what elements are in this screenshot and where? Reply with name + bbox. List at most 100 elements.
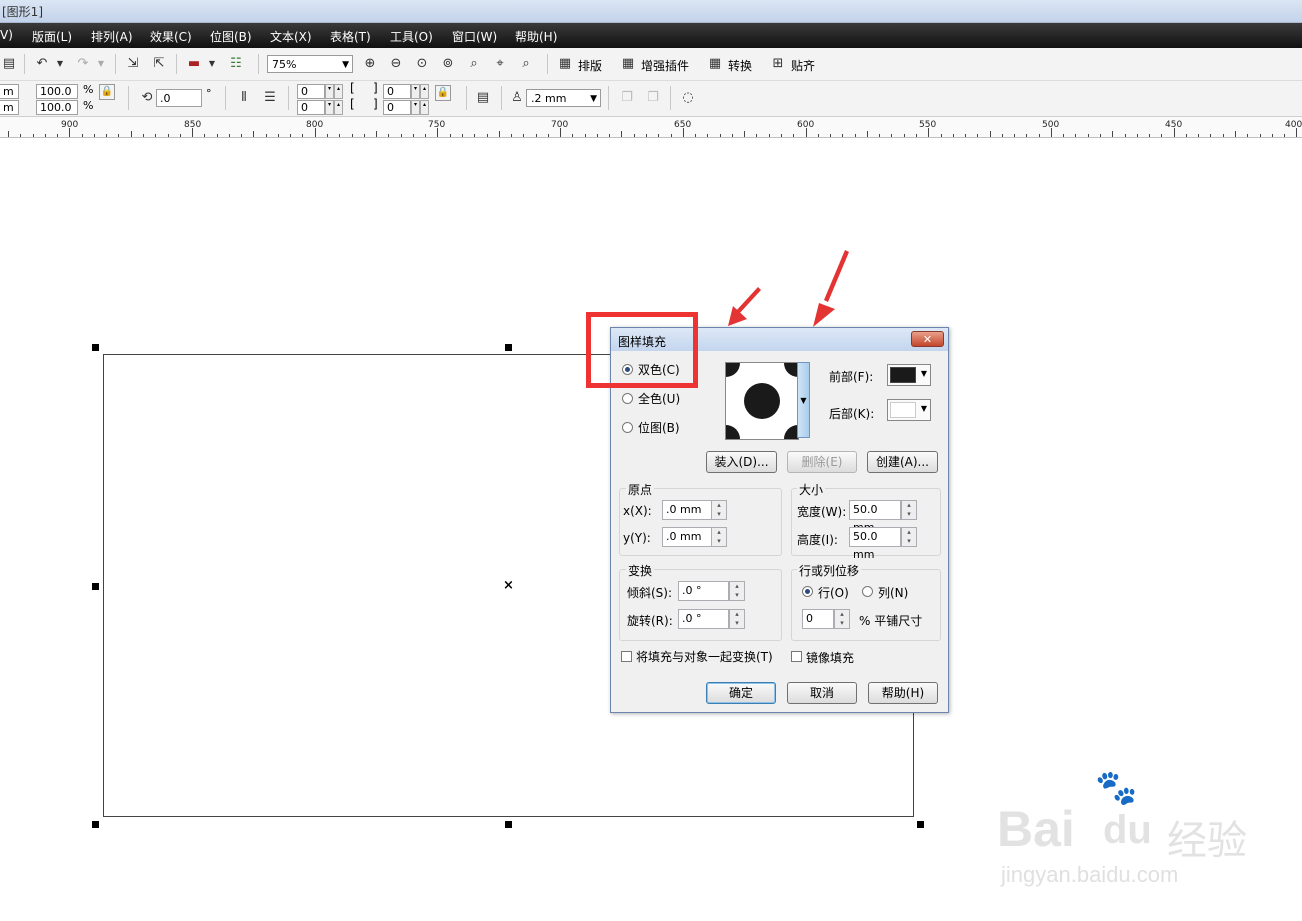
mirror-fill-label[interactable]: 镜像填充 <box>806 649 854 666</box>
scale-width-field[interactable]: 100.0 <box>36 84 78 99</box>
column-offset-label[interactable]: 列(N) <box>878 584 908 601</box>
origin-x-spinner[interactable]: ▴ ▾ <box>711 500 727 520</box>
cancel-button[interactable]: 取消 <box>787 682 857 704</box>
lock-ratio-icon[interactable]: 🔒 <box>99 84 115 100</box>
corner-radius-field-2[interactable]: 0 <box>297 100 325 115</box>
row-offset-radio[interactable] <box>802 586 813 597</box>
menu-item-arrange[interactable]: 排列(A) <box>91 28 133 45</box>
zoom-selected-icon[interactable]: ⊙ <box>413 55 431 73</box>
offset-percent-field[interactable]: 0 <box>802 609 834 629</box>
zoom-level-combo[interactable]: 75% ▼ <box>267 55 353 73</box>
menu-item-layout[interactable]: 版面(L) <box>32 28 72 45</box>
origin-x-field[interactable]: .0 mm <box>662 500 712 520</box>
snap-button[interactable]: 贴齐 <box>791 57 815 74</box>
menu-item-bitmaps[interactable]: 位图(B) <box>210 28 252 45</box>
zoom-out-icon[interactable]: ⊖ <box>387 55 405 73</box>
full-color-radio[interactable] <box>622 393 633 404</box>
row-offset-label[interactable]: 行(O) <box>818 584 849 601</box>
spinner-icon[interactable]: ▾ <box>325 100 334 115</box>
selection-handle-bottom-right[interactable] <box>917 821 924 828</box>
offset-spinner[interactable]: ▴ ▾ <box>834 609 850 629</box>
selection-handle-bottom[interactable] <box>505 821 512 828</box>
origin-y-field[interactable]: .0 mm <box>662 527 712 547</box>
spinner-icon[interactable]: ▾ <box>325 84 334 99</box>
selection-handle-bottom-left[interactable] <box>92 821 99 828</box>
zoom-width-icon[interactable]: ⌖ <box>491 55 509 73</box>
size-width-spinner[interactable]: ▴ ▾ <box>901 500 917 520</box>
spinner-icon[interactable]: ▴ <box>420 84 429 99</box>
paste-icon[interactable]: ▤ <box>0 55 18 73</box>
horizontal-ruler[interactable]: 900 850 800 750 700 650 600 550 500 450 … <box>0 117 1302 138</box>
spinner-icon[interactable]: ▴ <box>334 100 343 115</box>
size-width-field[interactable]: 50.0 mm <box>849 500 901 534</box>
ok-button[interactable]: 确定 <box>706 682 776 704</box>
convert-button[interactable]: 转换 <box>728 57 752 74</box>
menu-item-window[interactable]: 窗口(W) <box>452 28 497 45</box>
menu-item-text[interactable]: 文本(X) <box>270 28 312 45</box>
menu-item-view[interactable]: V) <box>0 28 13 42</box>
center-point-icon[interactable]: × <box>503 578 514 593</box>
full-color-label[interactable]: 全色(U) <box>638 390 680 407</box>
convert-to-curves-icon[interactable]: ◌ <box>679 89 697 107</box>
menu-item-effects[interactable]: 效果(C) <box>150 28 192 45</box>
spinner-icon[interactable]: ▾ <box>411 100 420 115</box>
selection-handle-top-left[interactable] <box>92 344 99 351</box>
help-button[interactable]: 帮助(H) <box>868 682 938 704</box>
launcher-dropdown-icon[interactable]: ▼ <box>207 55 217 73</box>
skew-spinner[interactable]: ▴ ▾ <box>729 581 745 601</box>
rotation-angle-field[interactable]: .0 <box>156 89 202 107</box>
undo-dropdown-icon[interactable]: ▼ <box>55 55 65 73</box>
size-height-spinner[interactable]: ▴ ▾ <box>901 527 917 547</box>
wrap-text-icon[interactable]: ▤ <box>474 89 492 107</box>
zoom-page-icon[interactable]: ⌕ <box>465 55 483 73</box>
mirror-horizontal-icon[interactable]: ⫴ <box>235 89 253 107</box>
rotate-field[interactable]: .0 ° <box>678 609 729 629</box>
selection-handle-left[interactable] <box>92 583 99 590</box>
zoom-height-icon[interactable]: ⌕ <box>517 55 535 73</box>
front-color-picker[interactable]: ▼ <box>887 364 931 386</box>
scale-height-field[interactable]: 100.0 <box>36 100 78 115</box>
spinner-icon[interactable]: ▴ <box>420 100 429 115</box>
bitmap-label[interactable]: 位图(B) <box>638 419 680 436</box>
column-offset-radio[interactable] <box>862 586 873 597</box>
close-button[interactable]: ✕ <box>911 331 944 347</box>
create-button[interactable]: 创建(A)... <box>867 451 938 473</box>
corner-radius-field-1[interactable]: 0 <box>297 84 325 99</box>
lock-corner-icon[interactable]: 🔒 <box>435 85 451 101</box>
menu-item-tools[interactable]: 工具(O) <box>390 28 433 45</box>
rotate-spinner[interactable]: ▴ ▾ <box>729 609 745 629</box>
origin-y-spinner[interactable]: ▴ ▾ <box>711 527 727 547</box>
mirror-fill-checkbox[interactable] <box>791 651 802 662</box>
redo-dropdown-icon[interactable]: ▼ <box>96 55 106 73</box>
application-launcher-icon[interactable]: ▬ <box>185 55 203 73</box>
size-height-field[interactable]: 50.0 mm <box>849 527 901 561</box>
zoom-in-icon[interactable]: ⊕ <box>361 55 379 73</box>
selection-handle-top[interactable] <box>505 344 512 351</box>
outline-width-combo[interactable]: .2 mm ▼ <box>526 89 601 107</box>
to-back-icon[interactable]: ❐ <box>644 89 662 107</box>
pattern-preview[interactable] <box>725 362 799 440</box>
load-button[interactable]: 装入(D)... <box>706 451 777 473</box>
transform-with-object-label[interactable]: 将填充与对象一起变换(T) <box>636 648 773 665</box>
spinner-icon[interactable]: ▾ <box>411 84 420 99</box>
corner-radius-field-3[interactable]: 0 <box>383 84 411 99</box>
mirror-vertical-icon[interactable]: ☰ <box>261 89 279 107</box>
import-icon[interactable]: ⇲ <box>124 55 142 73</box>
skew-field[interactable]: .0 ° <box>678 581 729 601</box>
back-color-picker[interactable]: ▼ <box>887 399 931 421</box>
typeset-button[interactable]: 排版 <box>578 57 602 74</box>
enhance-plugin-button[interactable]: 增强插件 <box>641 57 689 74</box>
delete-button[interactable]: 删除(E) <box>787 451 857 473</box>
transform-with-object-checkbox[interactable] <box>621 651 632 662</box>
height-field[interactable]: m <box>0 100 19 115</box>
redo-icon[interactable]: ↷ <box>74 55 92 73</box>
export-icon[interactable]: ⇱ <box>150 55 168 73</box>
undo-icon[interactable]: ↶ <box>33 55 51 73</box>
bitmap-radio[interactable] <box>622 422 633 433</box>
width-field[interactable]: m <box>0 84 19 99</box>
zoom-all-icon[interactable]: ⊚ <box>439 55 457 73</box>
to-front-icon[interactable]: ❐ <box>618 89 636 107</box>
pattern-dropdown-button[interactable]: ▼ <box>797 362 810 438</box>
corner-radius-field-4[interactable]: 0 <box>383 100 411 115</box>
menu-item-table[interactable]: 表格(T) <box>330 28 371 45</box>
